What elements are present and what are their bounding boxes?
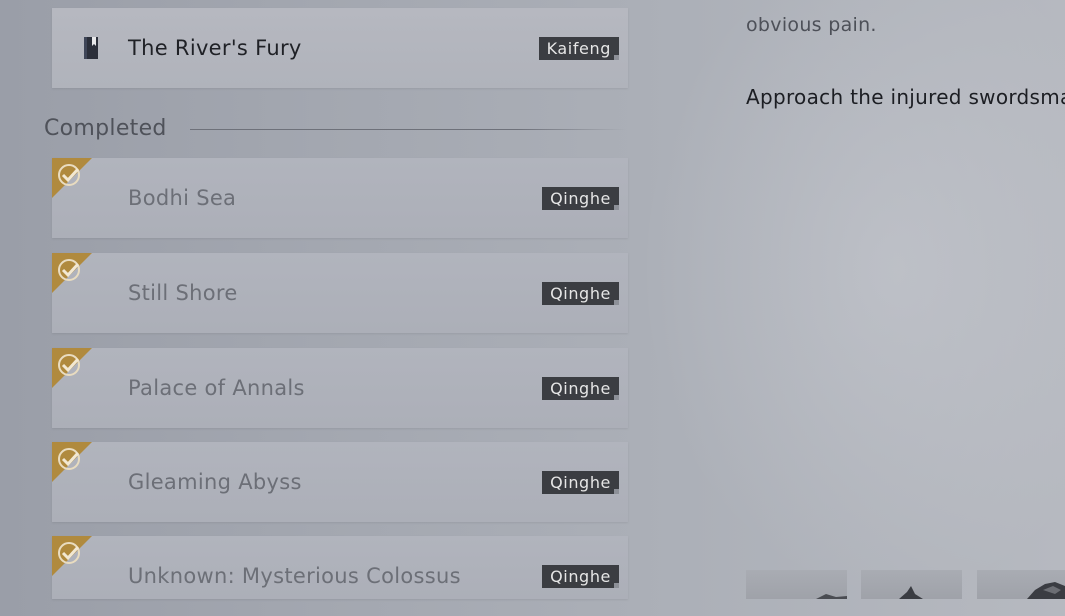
quest-card-completed[interactable]: Bodhi Sea Qinghe [52, 158, 628, 238]
reward-thumbnail[interactable] [977, 570, 1065, 599]
checkmark-icon [52, 536, 92, 576]
section-title: Completed [44, 116, 167, 141]
quest-name: Still Shore [128, 281, 238, 305]
checkmark-icon [52, 253, 92, 293]
checkmark-icon [52, 442, 92, 482]
checkmark-icon [52, 348, 92, 388]
quest-card-completed[interactable]: Gleaming Abyss Qinghe [52, 442, 628, 522]
region-tag: Qinghe [542, 187, 619, 210]
book-icon [84, 37, 98, 59]
quest-description-fragment: obvious pain. [746, 14, 877, 36]
checkmark-icon [52, 158, 92, 198]
quest-name: Palace of Annals [128, 376, 305, 400]
reward-thumbnail[interactable] [746, 570, 847, 599]
quest-objective-text: Approach the injured swordsma [746, 85, 1065, 109]
region-tag: Qinghe [542, 471, 619, 494]
region-tag: Qinghe [542, 377, 619, 400]
quest-card-completed[interactable]: Still Shore Qinghe [52, 253, 628, 333]
region-tag: Qinghe [542, 565, 619, 588]
region-tag: Qinghe [542, 282, 619, 305]
quest-card-completed[interactable]: Unknown: Mysterious Colossus Qinghe [52, 536, 628, 599]
quest-card-active[interactable]: The River's Fury Kaifeng [52, 8, 628, 88]
region-tag: Kaifeng [538, 37, 620, 60]
quest-card-completed[interactable]: Palace of Annals Qinghe [52, 348, 628, 428]
section-divider [190, 129, 626, 130]
quest-name: Gleaming Abyss [128, 470, 302, 494]
quest-name: Bodhi Sea [128, 186, 237, 210]
quest-name: The River's Fury [128, 36, 302, 60]
reward-thumbnail[interactable] [861, 570, 962, 599]
completed-section-header: Completed [44, 112, 626, 148]
quest-name: Unknown: Mysterious Colossus [128, 564, 461, 588]
